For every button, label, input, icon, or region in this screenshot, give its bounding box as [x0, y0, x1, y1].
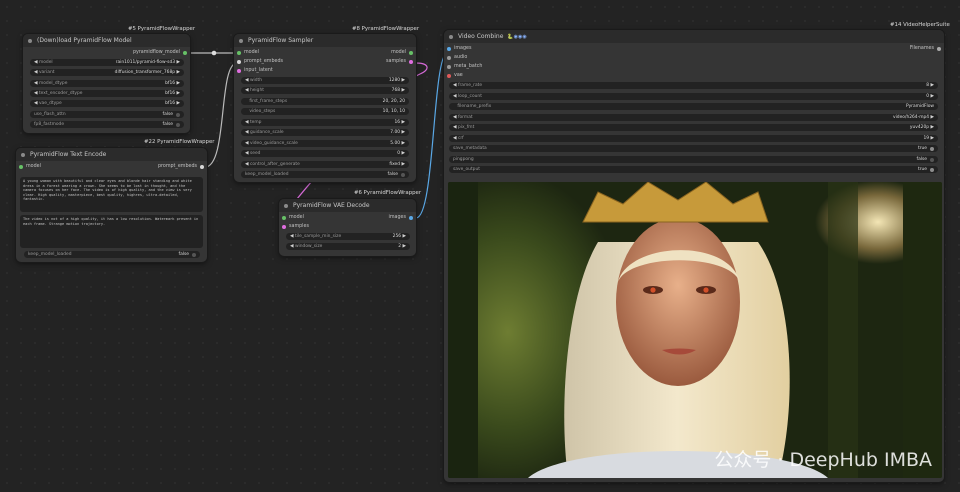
number-frame-rate[interactable]: ◀ frame_rate 8 ▶	[449, 82, 938, 89]
collapse-dot-icon[interactable]	[284, 203, 288, 208]
input-label: prompt_embeds	[244, 59, 284, 64]
node-tag-5: #5 PyramidFlowWrapper	[128, 26, 196, 32]
output-slot-icon[interactable]	[183, 50, 187, 55]
text-encode-node[interactable]: PyramidFlow Text Encode model prompt_emb…	[16, 148, 207, 262]
collapse-dot-icon[interactable]	[239, 38, 243, 43]
vae-decode-node[interactable]: PyramidFlow VAE Decode model samples ima…	[279, 199, 416, 256]
output-slot-icon[interactable]	[409, 59, 413, 64]
input-label: vae	[454, 73, 463, 78]
input-slot-icon[interactable]	[447, 46, 451, 51]
node-title: PyramidFlow Text Encode	[30, 151, 107, 158]
combo-model[interactable]: ◀ model rain1011/pyramid-flow-sd3 ▶	[30, 59, 184, 66]
sampler-node[interactable]: PyramidFlow Sampler model prompt_embeds …	[234, 34, 416, 182]
text-video-steps[interactable]: video_steps 10, 10, 10	[241, 108, 409, 115]
input-slot-icon[interactable]	[19, 164, 23, 169]
number-temp[interactable]: ◀ temp 16 ▶	[241, 119, 409, 126]
text-first-frame-steps[interactable]: first_frame_steps 20, 20, 20	[241, 98, 409, 105]
toggle-pingpong[interactable]: pingpong false	[449, 156, 938, 163]
number-seed[interactable]: ◀ seed 0 ▶	[241, 150, 409, 157]
input-slot-icon[interactable]	[282, 224, 286, 229]
node-title: Video Combine	[458, 33, 504, 40]
node-title: PyramidFlow VAE Decode	[293, 202, 370, 209]
number-loop-count[interactable]: ◀ loop_count 0 ▶	[449, 93, 938, 100]
output-slot-icon[interactable]	[200, 164, 204, 169]
input-label: meta_batch	[454, 64, 483, 69]
text-filename-prefix[interactable]: filename_prefix PyramidFlow	[449, 103, 938, 110]
output-slot-icon[interactable]	[937, 46, 941, 51]
input-label: model	[26, 164, 41, 169]
toggle-save-output[interactable]: save_output true	[449, 166, 938, 173]
badge-icons: 🐍◉◉◉	[507, 33, 527, 40]
toggle-save-metadata[interactable]: save_metadata true	[449, 145, 938, 152]
collapse-dot-icon[interactable]	[449, 34, 453, 39]
node-tag-6: #6 PyramidFlowWrapper	[354, 190, 422, 196]
input-slot-icon[interactable]	[447, 73, 451, 78]
toggle-fp8-fastmode[interactable]: fp8_fastmode false	[30, 121, 184, 128]
number-crf[interactable]: ◀ crf 19 ▶	[449, 135, 938, 142]
collapse-dot-icon[interactable]	[21, 152, 25, 157]
input-slot-icon[interactable]	[237, 68, 241, 73]
combo-variant[interactable]: ◀ variant diffusion_transformer_768p ▶	[30, 69, 184, 76]
input-label: images	[454, 46, 472, 51]
combo-model-dtype[interactable]: ◀ model_dtype bf16 ▶	[30, 80, 184, 87]
output-slot-icon[interactable]	[409, 50, 413, 55]
output-label: model	[391, 50, 406, 55]
portrait-illustration	[448, 182, 942, 478]
combo-pix-fmt[interactable]: ◀ pix_fmt yuv420p ▶	[449, 124, 938, 131]
combo-control-after-generate[interactable]: ◀ control_after_generate fixed ▶	[241, 161, 409, 168]
input-slot-icon[interactable]	[237, 50, 241, 55]
output-label: prompt_embeds	[157, 164, 197, 169]
number-video-guidance-scale[interactable]: ◀ video_guidance_scale 5.00 ▶	[241, 140, 409, 147]
input-label: samples	[289, 224, 309, 229]
output-slot-icon[interactable]	[409, 215, 413, 220]
node-title: (Down)load PyramidFlow Model	[37, 37, 132, 44]
input-slot-icon[interactable]	[282, 215, 286, 220]
output-label: pyramidflow_model	[132, 50, 180, 55]
input-label: audio	[454, 55, 468, 60]
input-slot-icon[interactable]	[447, 64, 451, 69]
download-model-node[interactable]: (Down)load PyramidFlow Model pyramidflow…	[23, 34, 190, 133]
number-width[interactable]: ◀ width 1280 ▶	[241, 77, 409, 84]
output-label: images	[388, 215, 406, 220]
input-slot-icon[interactable]	[447, 55, 451, 60]
input-label: input_latent	[244, 68, 273, 73]
toggle-use-flash-attn[interactable]: use_flash_attn false	[30, 111, 184, 118]
number-height[interactable]: ◀ height 768 ▶	[241, 87, 409, 94]
node-tag-22: #22 PyramidFlowWrapper	[144, 139, 215, 145]
positive-prompt-textarea[interactable]: A young woman with beautiful and clear e…	[20, 177, 203, 212]
output-label: Filenames	[909, 46, 934, 51]
input-label: model	[289, 215, 304, 220]
node-tag-14: #14 VideoHelperSuite	[890, 22, 950, 28]
number-tile-sample-min-size[interactable]: ◀ tile_sample_min_size 256 ▶	[286, 233, 410, 240]
video-preview[interactable]: 公众号 · DeepHub IMBA	[448, 182, 942, 478]
input-label: model	[244, 50, 259, 55]
output-label: samples	[386, 59, 406, 64]
input-slot-icon[interactable]	[237, 59, 241, 64]
toggle-keep-model-loaded[interactable]: keep_model_loaded false	[241, 171, 409, 178]
watermark-text: 公众号 · DeepHub IMBA	[714, 449, 932, 471]
negative-prompt-textarea[interactable]: The video is not of a high quality, it h…	[20, 215, 203, 248]
node-title: PyramidFlow Sampler	[248, 37, 314, 44]
combo-format[interactable]: ◀ format video/h264-mp4 ▶	[449, 114, 938, 121]
number-guidance-scale[interactable]: ◀ guidance_scale 7.00 ▶	[241, 129, 409, 136]
combo-vae-dtype[interactable]: ◀ vae_dtype bf16 ▶	[30, 100, 184, 107]
number-window-size[interactable]: ◀ window_size 2 ▶	[286, 243, 410, 250]
node-tag-8: #8 PyramidFlowWrapper	[352, 26, 420, 32]
toggle-keep-model-loaded[interactable]: keep_model_loaded false	[24, 251, 200, 258]
combo-text-encoder-dtype[interactable]: ◀ text_encoder_dtype bf16 ▶	[30, 90, 184, 97]
collapse-dot-icon[interactable]	[28, 38, 32, 43]
